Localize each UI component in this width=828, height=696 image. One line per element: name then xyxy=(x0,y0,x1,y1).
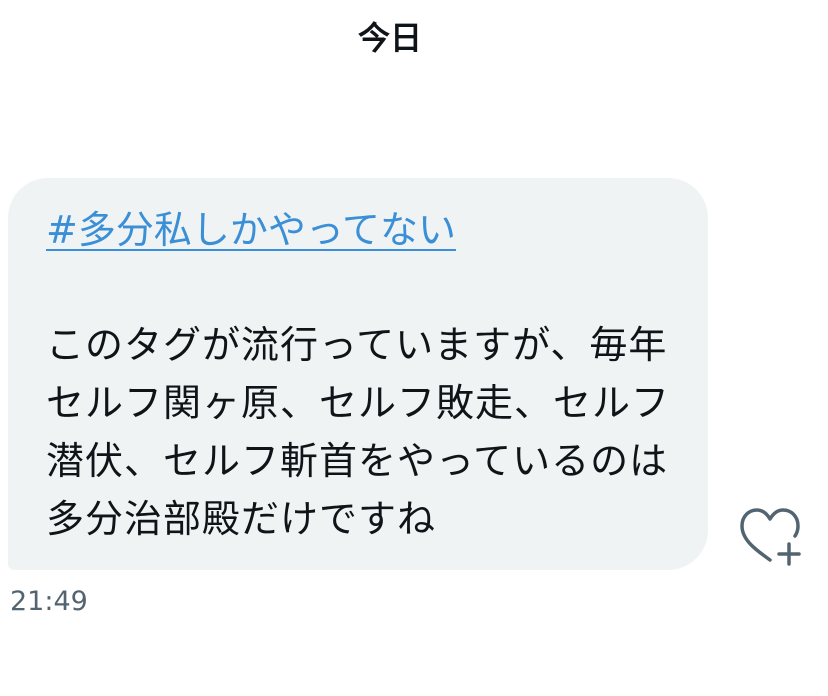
message-text: このタグが流行っていますが、毎年セルフ関ヶ原、セルフ敗走、セルフ潜伏、セルフ斬首… xyxy=(46,323,671,541)
message-timestamp: 21:49 xyxy=(10,586,88,617)
hashtag-link[interactable]: #多分私しかやってない xyxy=(46,202,456,258)
dm-conversation: 今日 #多分私しかやってない このタグが流行っていますが、毎年セルフ関ヶ原、セル… xyxy=(0,0,828,696)
heart-plus-icon xyxy=(740,508,801,566)
add-reaction-button[interactable] xyxy=(736,506,802,568)
date-divider: 今日 xyxy=(357,19,422,57)
message-bubble[interactable]: #多分私しかやってない このタグが流行っていますが、毎年セルフ関ヶ原、セルフ敗走… xyxy=(8,178,708,570)
